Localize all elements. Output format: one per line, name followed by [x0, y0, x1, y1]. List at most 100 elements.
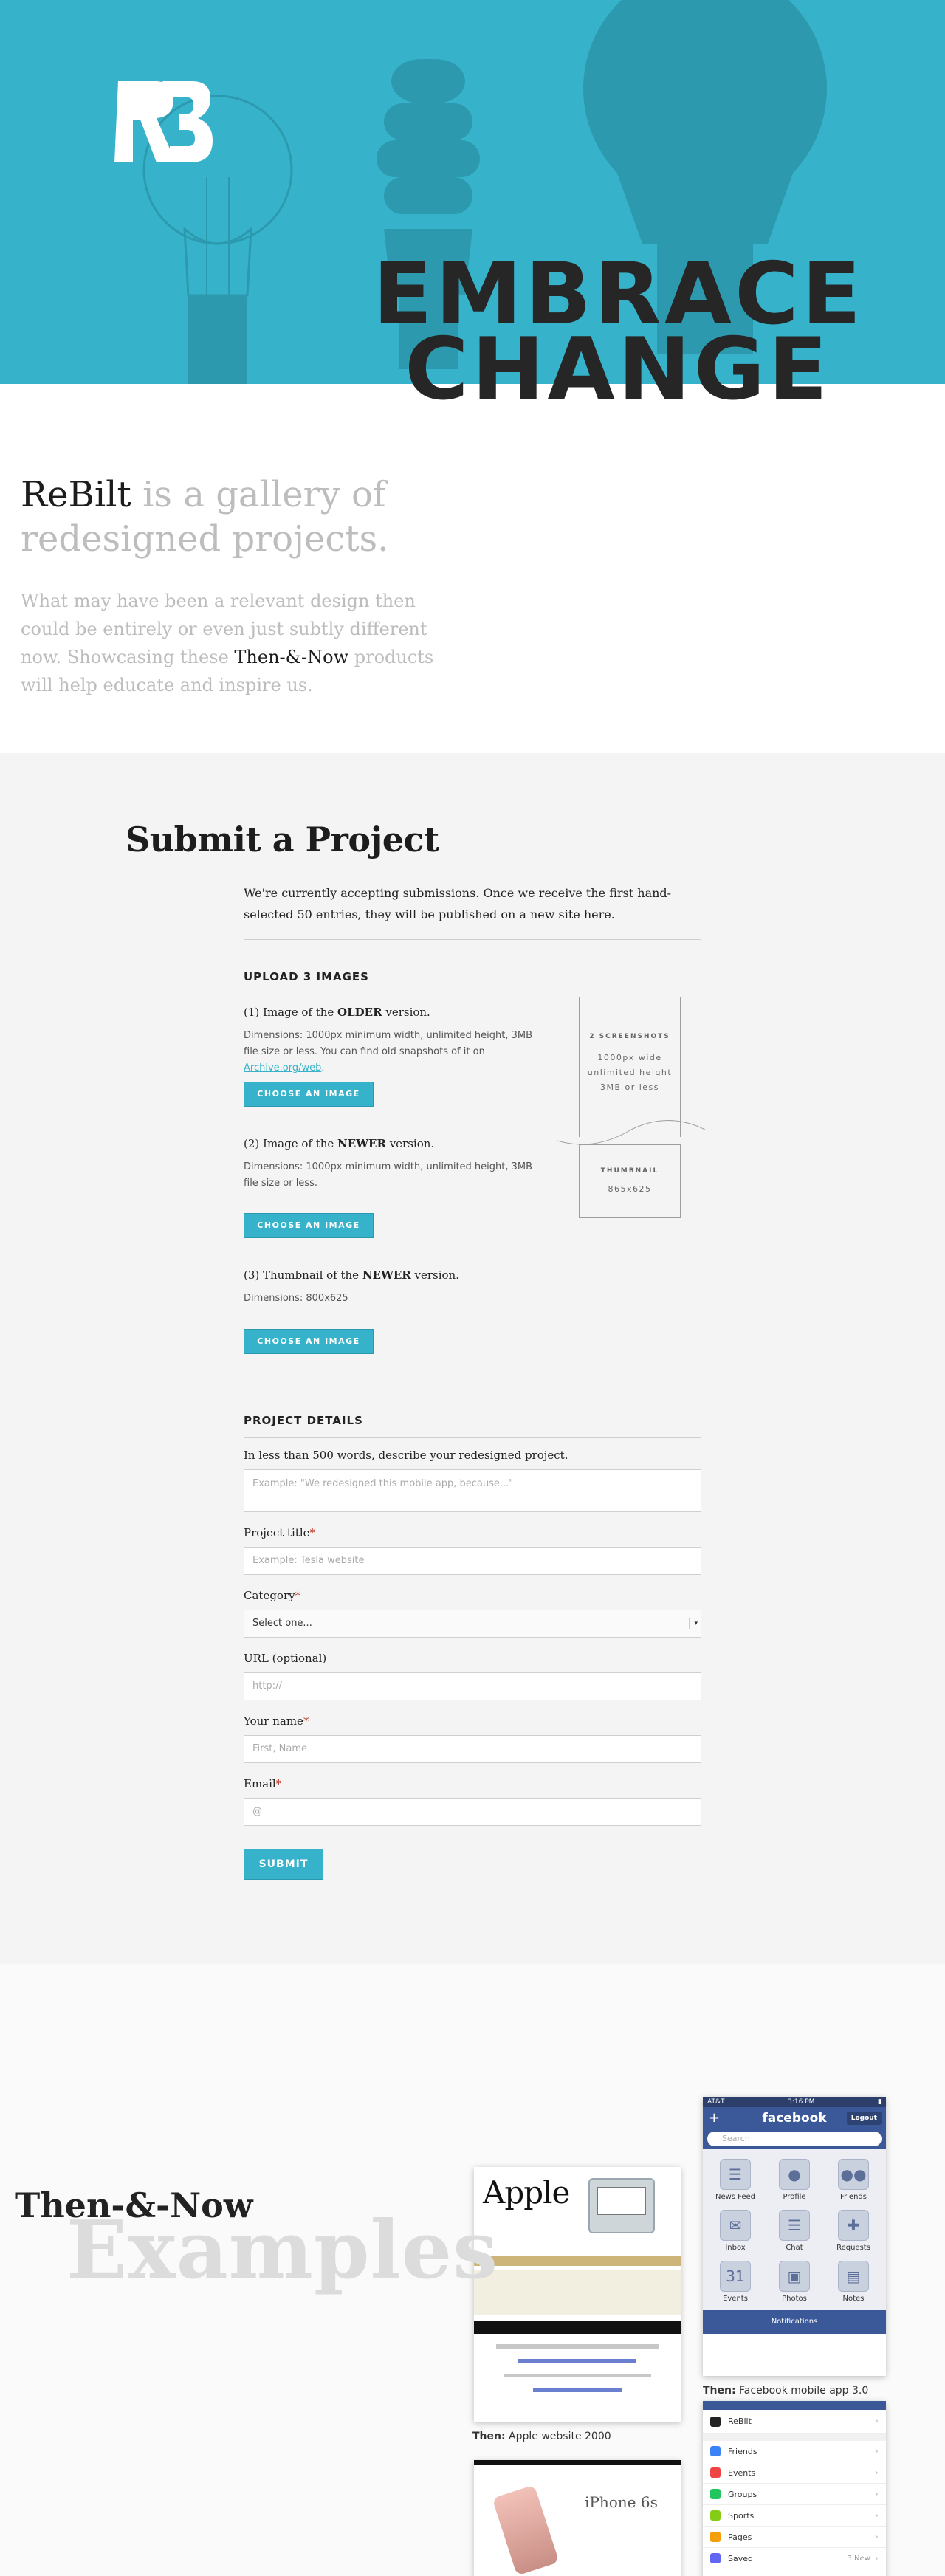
profile-icon: ● [779, 2159, 810, 2190]
thumbnail-placeholder: THUMBNAIL 865x625 [579, 1144, 681, 1218]
fb2-list-item-label: Saved [728, 2553, 753, 2563]
apple-text-line [504, 2374, 651, 2377]
facebook-new-card[interactable]: ReBilt › Friends › Events › Groups › Sports › Pag… [703, 2401, 886, 2576]
chevron-right-icon: › [874, 2416, 879, 2427]
fb2-list-item-label: Groups [728, 2489, 757, 2499]
fb-grid-item: ☰ News Feed [706, 2156, 765, 2201]
image1-note-text: Dimensions: 1000px minimum width, unlimi… [244, 1030, 533, 1057]
category-label-text: Category [244, 1589, 295, 1602]
email-input[interactable]: @ [244, 1798, 701, 1826]
menu-item-icon [710, 2510, 721, 2521]
submit-heading: Submit a Project [126, 820, 439, 859]
apple-caption: Then: Apple website 2000 [472, 2431, 611, 2442]
fb2-status-bar [703, 2401, 886, 2410]
menu-item-icon [710, 2467, 721, 2478]
project-title-label: Project title* [244, 1526, 315, 1539]
required-mark: * [295, 1589, 301, 1602]
project-title-label-text: Project title [244, 1526, 310, 1539]
fb-grid-item: ▣ Photos [765, 2258, 824, 2303]
image2-note: Dimensions: 1000px minimum width, unlimi… [244, 1161, 533, 1189]
fb-grid-item: ● Profile [765, 2156, 824, 2201]
thumbnail-placeholder-size: 865x625 [608, 1184, 652, 1194]
friends-icon: ●● [838, 2159, 869, 2190]
apple-nav-bar [474, 2256, 681, 2266]
screenshots-placeholder-line1: 1000px wide [597, 1053, 662, 1062]
fb-carrier: AT&T [707, 2098, 725, 2106]
archive-link[interactable]: Archive.org/web [244, 1062, 321, 1074]
hero-title: EMBRACE CHANGE [373, 251, 861, 412]
fb-logo: facebook [762, 2111, 827, 2126]
fb2-list-item-label: Sports [728, 2510, 755, 2521]
fb2-list-item-label: Pages [728, 2532, 752, 2542]
image3-label: (3) Thumbnail of the NEWER version. [244, 1268, 459, 1282]
submit-button[interactable]: SUBMIT [244, 1849, 323, 1880]
fb-grid-item-label: Chat [786, 2244, 803, 2252]
fb-grid-item: ✉ Inbox [706, 2207, 765, 2252]
description-textarea[interactable]: Example: "We redesigned this mobile app,… [244, 1469, 701, 1512]
url-label: URL (optional) [244, 1652, 327, 1665]
email-label: Email* [244, 1777, 281, 1790]
intro-section: ReBilt is a gallery of redesigned projec… [21, 473, 464, 699]
submit-intro-text: We're currently accepting submissions. O… [244, 886, 672, 921]
fb-grid-item-label: Requests [836, 2244, 870, 2252]
fb-search-input: Search [707, 2132, 882, 2146]
fb2-spacer [703, 2434, 886, 2441]
chat-icon: ☰ [779, 2210, 810, 2241]
apple-link-line [533, 2388, 622, 2392]
apple-caption-bold: Then: [472, 2431, 506, 2442]
chevron-right-icon: › [874, 2531, 879, 2543]
divider [244, 939, 701, 940]
menu-item-icon [710, 2489, 721, 2499]
fb-app-grid: ☰ News Feed ● Profile ●● Friends ✉ Inbox ☰ Chat ✚ R… [703, 2149, 886, 2310]
facebook-caption-text: Facebook mobile app 3.0 [735, 2385, 869, 2397]
url-input[interactable]: http:// [244, 1672, 701, 1700]
screenshots-placeholder-line2: unlimited height [587, 1068, 673, 1077]
fb2-brand-row: ReBilt › [703, 2410, 886, 2434]
image3-note: Dimensions: 800x625 [244, 1293, 348, 1304]
apple-link-line [518, 2359, 636, 2363]
brand-name: ReBilt [21, 474, 131, 515]
rebilt-logo-icon [114, 81, 213, 162]
fb-grid-item: ▤ Notes [824, 2258, 883, 2303]
examples-section: Examples Then-&-Now Apple Then: Apple we… [0, 1964, 945, 2576]
fb-grid-item: ●● Friends [824, 2156, 883, 2201]
apple-2000-card[interactable]: Apple [474, 2167, 681, 2422]
select-arrow-icon: ▾ [689, 1618, 698, 1629]
chevron-right-icon: › [874, 2467, 879, 2479]
fb2-list-item: Events › [703, 2462, 886, 2484]
fb-grid-item: ☰ Chat [765, 2207, 824, 2252]
fb2-brand-name: ReBilt [728, 2417, 752, 2426]
choose-image3-button[interactable]: CHOOSE AN IMAGE [244, 1329, 374, 1354]
news-feed-icon: ☰ [720, 2159, 751, 2190]
apple-product-strip [474, 2270, 681, 2315]
details-divider [244, 1437, 701, 1438]
apple-dark-bar [474, 2321, 681, 2334]
choose-image2-button[interactable]: CHOOSE AN IMAGE [244, 1213, 374, 1238]
fb2-list-item-label: Events [728, 2467, 756, 2478]
project-details-title: PROJECT DETAILS [244, 1414, 363, 1427]
menu-item-icon [710, 2446, 721, 2456]
iphone-card[interactable]: iPhone 6s [474, 2460, 681, 2576]
intro-lead: ReBilt is a gallery of redesigned projec… [21, 473, 464, 561]
fb2-list-item: Sports › [703, 2505, 886, 2527]
category-select[interactable]: Select one... ▾ [244, 1610, 701, 1638]
fb2-list-item: Pages › [703, 2527, 886, 2548]
name-label-text: Your name [244, 1714, 303, 1728]
fb-search-bar: Search [703, 2129, 886, 2149]
inbox-icon: ✉ [720, 2210, 751, 2241]
fb2-list-item: Groups › [703, 2484, 886, 2505]
apple-caption-text: Apple website 2000 [505, 2431, 611, 2442]
chevron-right-icon: › [874, 2552, 879, 2564]
intro-description: What may have been a relevant design the… [21, 587, 434, 699]
facebook-app-card[interactable]: AT&T 3:16 PM ▮ + facebook Logout Search ☰ N… [703, 2097, 886, 2376]
image1-label-post: version. [382, 1006, 430, 1019]
project-title-input[interactable]: Example: Tesla website [244, 1547, 701, 1575]
fb-grid-item: ✚ Requests [824, 2207, 883, 2252]
menu-item-icon [710, 2553, 721, 2563]
rebilt-mini-logo-icon [710, 2416, 721, 2427]
fb-logout-button: Logout [846, 2112, 882, 2125]
choose-image1-button[interactable]: CHOOSE AN IMAGE [244, 1082, 374, 1107]
name-input[interactable]: First, Name [244, 1735, 701, 1763]
image1-label-pre: (1) Image of the [244, 1006, 338, 1019]
plus-icon: + [709, 2110, 721, 2126]
